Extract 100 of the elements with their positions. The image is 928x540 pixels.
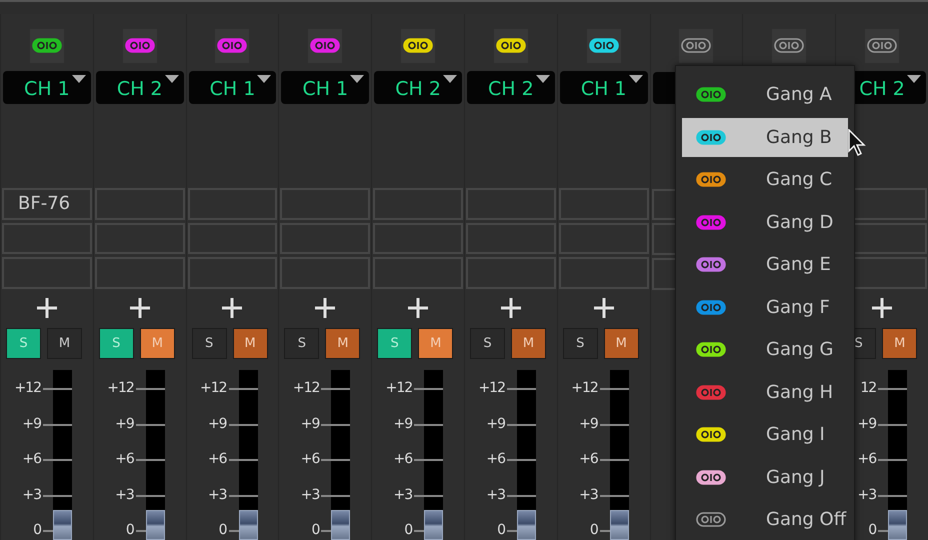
insert-slot[interactable] <box>94 257 185 289</box>
scale-label: 0 <box>32 521 41 540</box>
scale-label: 0 <box>588 521 598 540</box>
channel-selector[interactable]: CH 2 <box>466 71 555 104</box>
scale-label: 0 <box>310 521 320 540</box>
insert-slot[interactable] <box>558 188 649 220</box>
scale-label: +9 <box>392 414 412 434</box>
scale-label: +3 <box>206 486 227 504</box>
menu-item-label: Gang G <box>766 339 834 360</box>
scale-label: 0 <box>124 521 134 540</box>
scale-label: +6 <box>392 450 412 469</box>
fader-handle[interactable] <box>610 510 629 540</box>
plus-icon[interactable] <box>314 296 336 319</box>
scale-label: +6 <box>114 450 134 469</box>
plus-icon[interactable] <box>407 296 430 319</box>
fader-handle[interactable] <box>53 510 72 540</box>
scale-label: +6 <box>206 450 227 469</box>
plus-icon[interactable] <box>36 296 58 319</box>
menu-item-label: Gang I <box>766 424 825 445</box>
insert-slot[interactable] <box>94 222 185 254</box>
scale-label: +3 <box>485 486 505 504</box>
insert-slot[interactable] <box>188 222 278 254</box>
menu-item[interactable]: Gang E <box>682 245 848 284</box>
solo-button[interactable]: S <box>192 328 227 360</box>
insert-slot[interactable] <box>373 222 463 254</box>
menu-item[interactable]: Gang D <box>682 202 848 242</box>
scale-label: +12 <box>384 379 412 398</box>
scale-label: +12 <box>292 379 320 398</box>
insert-slot[interactable] <box>466 188 556 220</box>
menu-item-label: Gang B <box>766 126 832 148</box>
dropdown-icon <box>72 75 86 84</box>
dropdown-icon <box>536 75 550 84</box>
scale-label: 0 <box>218 521 227 540</box>
insert-slot[interactable] <box>558 257 649 289</box>
fader-handle[interactable] <box>516 510 536 540</box>
dropdown-icon <box>906 75 921 84</box>
fader-handle[interactable] <box>424 510 444 540</box>
channel-selector[interactable]: CH 1 <box>3 71 91 104</box>
insert-slot[interactable] <box>2 222 92 254</box>
scale-label: +3 <box>578 486 598 504</box>
menu-item-label: Gang Off <box>766 509 846 530</box>
menu-item-label: Gang E <box>766 254 831 275</box>
scale-label: +6 <box>578 450 598 469</box>
menu-item-label: Gang C <box>766 169 832 190</box>
channel-selector[interactable]: CH 1 <box>188 71 276 104</box>
scale-label: +9 <box>21 414 41 434</box>
scale-label: +12 <box>477 379 505 398</box>
fader-handle[interactable] <box>331 510 350 540</box>
fader-handle[interactable] <box>238 510 258 540</box>
channel-selector[interactable]: CH 2 <box>374 71 462 104</box>
plus-icon[interactable] <box>221 296 244 319</box>
dropdown-icon <box>257 75 272 84</box>
insert-slot[interactable] <box>280 188 370 220</box>
insert-slot[interactable] <box>373 188 463 220</box>
menu-item-label: Gang J <box>766 466 825 488</box>
scale-label: 0 <box>867 521 876 540</box>
insert-slot[interactable] <box>94 188 185 220</box>
insert-slot[interactable] <box>188 257 278 289</box>
insert-slot[interactable] <box>280 257 370 289</box>
insert-slot[interactable] <box>2 257 92 289</box>
scale-label: +6 <box>485 450 505 469</box>
dropdown-icon <box>164 75 179 84</box>
solo-button[interactable]: S <box>284 328 320 360</box>
scale-label: +12 <box>570 379 598 398</box>
insert-slot[interactable] <box>373 257 463 289</box>
insert-slot[interactable] <box>188 188 278 220</box>
insert-slot[interactable] <box>466 257 556 289</box>
scale-label: +6 <box>856 450 876 469</box>
insert-slot[interactable]: BF-76 <box>2 188 92 220</box>
scale-label: +9 <box>206 414 227 434</box>
scale-label: +9 <box>485 414 505 434</box>
scale-label: +6 <box>21 450 41 469</box>
channel-selector[interactable]: CH 1 <box>281 71 370 104</box>
menu-item[interactable]: Gang C <box>682 160 848 199</box>
menu-item-label: Gang F <box>766 296 830 318</box>
solo-button[interactable]: S <box>470 328 505 360</box>
insert-slot[interactable] <box>280 222 370 254</box>
channel-selector[interactable]: CH 2 <box>96 71 184 104</box>
mute-button[interactable]: M <box>47 328 82 360</box>
menu-item[interactable]: Gang Off <box>682 500 848 539</box>
scale-label: +3 <box>392 486 412 504</box>
menu-item[interactable]: Gang J <box>682 458 848 496</box>
dropdown-icon <box>442 75 457 84</box>
channel-selector[interactable]: CH 1 <box>560 71 648 104</box>
fader-handle[interactable] <box>146 510 165 540</box>
scale-label: +3 <box>856 486 876 504</box>
link-icon <box>696 512 726 527</box>
menu-item[interactable]: Gang H <box>682 372 848 412</box>
menu-item[interactable]: Gang I <box>682 415 848 454</box>
plus-icon[interactable] <box>500 296 522 319</box>
menu-item[interactable]: Gang F <box>682 288 848 326</box>
plus-icon[interactable] <box>592 296 615 319</box>
scale-label: +9 <box>856 414 876 434</box>
plus-icon[interactable] <box>871 296 894 319</box>
solo-button[interactable]: S <box>562 328 598 360</box>
insert-slot[interactable] <box>558 222 649 254</box>
insert-slot[interactable] <box>466 222 556 254</box>
plus-icon[interactable] <box>128 296 151 319</box>
dropdown-icon <box>628 75 643 84</box>
fader-handle[interactable] <box>888 510 908 540</box>
